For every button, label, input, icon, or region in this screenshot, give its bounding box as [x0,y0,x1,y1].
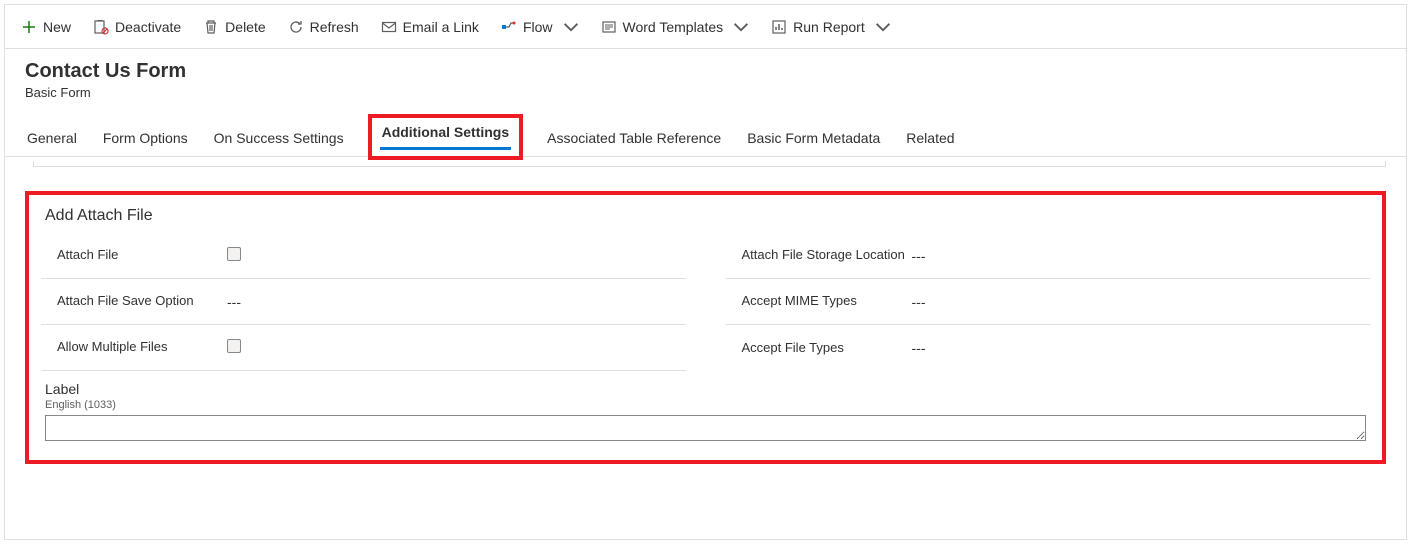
cmd-label: Delete [225,19,265,35]
field-value [227,247,686,264]
record-header: Contact Us Form Basic Form [5,49,1406,100]
word-icon [601,19,617,35]
report-icon [771,19,787,35]
section-divider [33,161,1386,167]
flow-button[interactable]: Flow [501,19,579,35]
field-accept-file-types[interactable]: Accept File Types --- [726,325,1371,371]
checkbox-unchecked-icon[interactable] [227,339,241,353]
field-label: Attach File Save Option [57,293,227,310]
field-value: --- [227,294,686,310]
cmd-label: Deactivate [115,19,181,35]
refresh-button[interactable]: Refresh [288,19,359,35]
section-highlight: Add Attach File Attach File Attach File … [25,191,1386,464]
tab-general[interactable]: General [25,120,79,156]
delete-button[interactable]: Delete [203,19,265,35]
field-value: --- [912,294,1371,310]
right-column: Attach File Storage Location --- Accept … [726,233,1371,371]
highlight-box: Additional Settings [368,114,524,160]
tab-bar: General Form Options On Success Settings… [5,114,1406,157]
app-frame: New Deactivate Delete Refresh Email a Li… [4,4,1407,540]
section-title: Add Attach File [45,207,1370,225]
label-language: English (1033) [45,399,1366,411]
chevron-down-icon [875,19,891,35]
command-bar: New Deactivate Delete Refresh Email a Li… [5,5,1406,49]
label-field-title: Label [45,381,1366,397]
cmd-label: Flow [523,19,553,35]
field-value: --- [912,248,1371,264]
flow-icon [501,19,517,35]
deactivate-button[interactable]: Deactivate [93,19,181,35]
field-label: Accept File Types [742,340,912,357]
run-report-button[interactable]: Run Report [771,19,891,35]
field-attach-file[interactable]: Attach File [41,233,686,279]
cmd-label: Word Templates [623,19,724,35]
field-allow-multiple-files[interactable]: Allow Multiple Files [41,325,686,371]
tab-associated-table-ref[interactable]: Associated Table Reference [545,120,723,156]
field-accept-mime-types[interactable]: Accept MIME Types --- [726,279,1371,325]
label-block: Label English (1033) [41,381,1370,444]
chevron-down-icon [733,19,749,35]
cmd-label: New [43,19,71,35]
field-label: Attach File Storage Location [742,247,912,264]
cmd-label: Refresh [310,19,359,35]
cmd-label: Email a Link [403,19,479,35]
plus-icon [21,19,37,35]
email-icon [381,19,397,35]
tab-basic-form-metadata[interactable]: Basic Form Metadata [745,120,882,156]
deactivate-icon [93,19,109,35]
field-storage-location[interactable]: Attach File Storage Location --- [726,233,1371,279]
field-label: Allow Multiple Files [57,339,227,356]
page-subtitle: Basic Form [25,85,1386,100]
field-label: Attach File [57,247,227,264]
chevron-down-icon [563,19,579,35]
word-templates-button[interactable]: Word Templates [601,19,750,35]
checkbox-unchecked-icon[interactable] [227,247,241,261]
refresh-icon [288,19,304,35]
tab-related[interactable]: Related [904,120,956,156]
email-link-button[interactable]: Email a Link [381,19,479,35]
fields-grid: Attach File Attach File Save Option --- … [41,233,1370,371]
label-textarea[interactable] [45,415,1366,441]
field-attach-file-save-option[interactable]: Attach File Save Option --- [41,279,686,325]
field-value [227,339,686,356]
trash-icon [203,19,219,35]
tab-on-success[interactable]: On Success Settings [212,120,346,156]
new-button[interactable]: New [21,19,71,35]
left-column: Attach File Attach File Save Option --- … [41,233,686,371]
cmd-label: Run Report [793,19,865,35]
page-title: Contact Us Form [25,59,1386,83]
tab-additional-settings[interactable]: Additional Settings [380,124,512,150]
tab-form-options[interactable]: Form Options [101,120,190,156]
field-label: Accept MIME Types [742,293,912,310]
field-value: --- [912,340,1371,356]
